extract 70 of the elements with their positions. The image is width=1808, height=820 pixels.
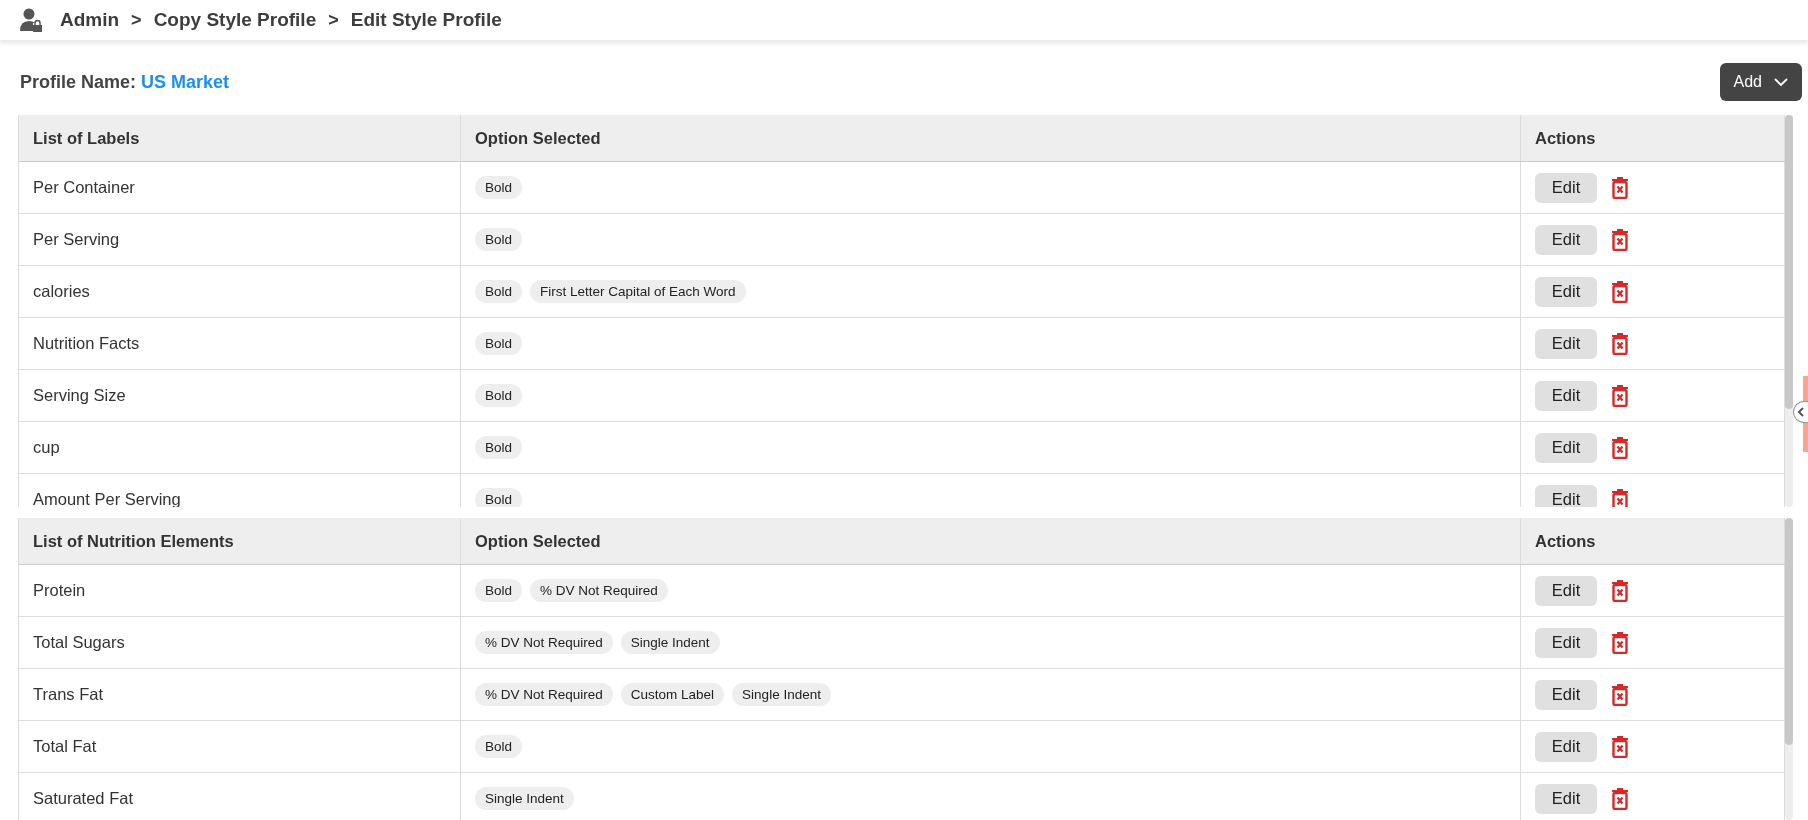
delete-icon[interactable] xyxy=(1611,683,1629,706)
breadcrumb-separator: > xyxy=(131,9,142,31)
breadcrumb-link[interactable]: Copy Style Profile xyxy=(153,9,317,31)
option-tag: Bold xyxy=(475,228,523,251)
delete-icon[interactable] xyxy=(1611,436,1629,459)
scrollbar[interactable] xyxy=(1785,115,1793,507)
delete-icon[interactable] xyxy=(1611,488,1629,507)
edit-button[interactable]: Edit xyxy=(1535,380,1597,411)
label-cell: Protein xyxy=(19,565,461,616)
edit-button[interactable]: Edit xyxy=(1535,276,1597,307)
add-dropdown-button[interactable]: Add xyxy=(1719,63,1802,101)
edit-button[interactable]: Edit xyxy=(1535,731,1597,762)
label-cell: Serving Size xyxy=(19,370,461,421)
column-header: List of Labels xyxy=(19,115,461,161)
edit-button[interactable]: Edit xyxy=(1535,484,1597,507)
delete-icon[interactable] xyxy=(1611,332,1629,355)
delete-icon[interactable] xyxy=(1611,787,1629,810)
delete-icon[interactable] xyxy=(1611,631,1629,654)
label-cell: Saturated Fat xyxy=(19,773,461,820)
option-tag: Single Indent xyxy=(732,683,831,706)
delete-icon[interactable] xyxy=(1611,579,1629,602)
column-header: List of Nutrition Elements xyxy=(19,518,461,564)
label-cell: Trans Fat xyxy=(19,669,461,720)
label-cell: Per Serving xyxy=(19,214,461,265)
option-tag: Bold xyxy=(475,384,523,407)
edit-button[interactable]: Edit xyxy=(1535,783,1597,814)
option-tag: % DV Not Required xyxy=(475,683,613,706)
delete-icon[interactable] xyxy=(1611,228,1629,251)
edit-button[interactable]: Edit xyxy=(1535,679,1597,710)
profile-name-label: Profile Name: xyxy=(20,71,137,92)
label-cell: calories xyxy=(19,266,461,317)
label-cell: cup xyxy=(19,422,461,473)
column-header: Option Selected xyxy=(461,518,1521,564)
option-tag: Bold xyxy=(475,280,523,303)
option-tag: Single Indent xyxy=(620,631,720,654)
profile-name-value: US Market xyxy=(141,71,230,92)
option-tag: Bold xyxy=(475,488,523,507)
delete-icon[interactable] xyxy=(1611,280,1629,303)
option-tag: Bold xyxy=(475,735,523,758)
label-cell: Total Fat xyxy=(19,721,461,772)
edit-button[interactable]: Edit xyxy=(1535,172,1597,203)
option-tag: % DV Not Required xyxy=(475,631,613,654)
option-tag: Single Indent xyxy=(475,787,574,810)
column-header: Option Selected xyxy=(461,115,1521,161)
label-cell: Per Container xyxy=(19,162,461,213)
option-tag: Bold xyxy=(475,579,523,602)
breadcrumb-separator: > xyxy=(328,9,339,31)
option-tag: Bold xyxy=(475,176,523,199)
option-tag: Bold xyxy=(475,436,523,459)
chevron-left-icon xyxy=(1797,407,1805,417)
scrollbar[interactable] xyxy=(1785,518,1793,820)
delete-icon[interactable] xyxy=(1611,735,1629,758)
edit-button[interactable]: Edit xyxy=(1535,432,1597,463)
breadcrumb-link[interactable]: Admin xyxy=(60,9,120,31)
option-tag: First Letter Capital of Each Word xyxy=(530,280,746,303)
delete-icon[interactable] xyxy=(1611,384,1629,407)
collapse-panel-button[interactable] xyxy=(1793,401,1808,423)
label-cell: Total Sugars xyxy=(19,617,461,668)
user-lock-icon xyxy=(20,8,42,32)
edit-button[interactable]: Edit xyxy=(1535,627,1597,658)
breadcrumb-link[interactable]: Edit Style Profile xyxy=(350,9,502,31)
delete-icon[interactable] xyxy=(1611,176,1629,199)
option-tag: Bold xyxy=(475,332,523,355)
option-tag: % DV Not Required xyxy=(530,579,668,602)
label-cell: Nutrition Facts xyxy=(19,318,461,369)
edit-button[interactable]: Edit xyxy=(1535,575,1597,606)
chevron-down-icon xyxy=(1774,77,1788,87)
edit-button[interactable]: Edit xyxy=(1535,328,1597,359)
option-tag: Custom Label xyxy=(620,683,725,706)
edit-button[interactable]: Edit xyxy=(1535,224,1597,255)
